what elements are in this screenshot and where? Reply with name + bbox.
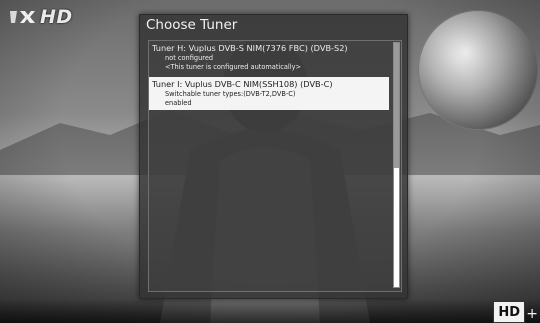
tuner-list: Tuner H: Vuplus DVB-S NIM(7376 FBC) (DVB… — [148, 40, 402, 292]
choose-tuner-dialog: Choose Tuner Tuner H: Vuplus DVB-S NIM(7… — [139, 14, 408, 299]
dialog-title: Choose Tuner — [146, 17, 238, 33]
tuner-note: <This tuner is configured automatically> — [165, 63, 302, 71]
tuner-list-item-i[interactable]: Tuner I: Vuplus DVB-C NIM(SSH108) (DVB-C… — [149, 77, 389, 110]
hd-badge: HD — [493, 301, 525, 323]
tuner-name: Tuner I: Vuplus DVB-C NIM(SSH108) (DVB-C… — [152, 79, 333, 89]
scrollbar-thumb[interactable] — [394, 43, 399, 168]
tuner-types: Switchable tuner types:(DVB-T2,DVB-C) — [165, 90, 296, 98]
tvx-logo-icon — [10, 11, 35, 23]
tuner-list-item-h[interactable]: Tuner H: Vuplus DVB-S NIM(7376 FBC) (DVB… — [149, 41, 389, 74]
tuner-name: Tuner H: Vuplus DVB-S NIM(7376 FBC) (DVB… — [152, 43, 348, 53]
list-scrollbar[interactable] — [393, 42, 400, 288]
tuner-status: not configured — [165, 54, 214, 62]
scrollbar-track — [394, 168, 399, 287]
brand-logo: HD — [8, 6, 73, 28]
tuner-status: enabled — [165, 99, 192, 107]
plus-indicator: + — [526, 306, 538, 322]
logo-text: HD — [40, 6, 73, 28]
